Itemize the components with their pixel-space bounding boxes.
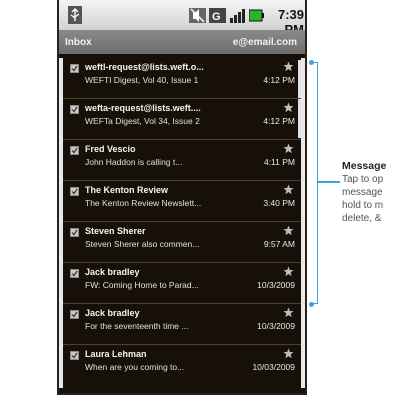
- star-icon[interactable]: [283, 143, 294, 154]
- checkbox-icon[interactable]: [70, 146, 79, 155]
- message-time: 4:12 PM: [263, 116, 295, 126]
- message-row[interactable]: Laura Lehman When are you coming to... 1…: [63, 345, 301, 386]
- message-sender: Jack bradley: [85, 267, 140, 277]
- star-icon[interactable]: [283, 61, 294, 72]
- message-time: 4:11 PM: [263, 157, 295, 167]
- signal-icon: [230, 9, 245, 23]
- callout-line: Tap to op: [342, 174, 384, 185]
- message-row[interactable]: Jack bradley For the seventeenth time ..…: [63, 304, 301, 345]
- callout-connector: [318, 181, 340, 183]
- star-icon[interactable]: [283, 102, 294, 113]
- message-snippet: Steven Sherer also commen...: [85, 239, 200, 249]
- star-icon[interactable]: [283, 266, 294, 277]
- callout-bracket: [313, 62, 318, 304]
- star-icon[interactable]: [283, 307, 294, 318]
- checkbox-icon[interactable]: [70, 187, 79, 196]
- message-sender: Steven Sherer: [85, 226, 146, 236]
- message-sender: Fred Vescio: [85, 144, 136, 154]
- callout-line: hold to m: [342, 200, 384, 211]
- message-time: 3:40 PM: [263, 198, 295, 208]
- message-snippet: WEFTI Digest, Vol 40, Issue 1: [85, 75, 199, 85]
- message-sender: Laura Lehman: [85, 349, 147, 359]
- message-time: 10/3/2009: [257, 321, 295, 331]
- battery-icon: [249, 9, 264, 22]
- status-bar: G 7:39 PM: [59, 0, 305, 37]
- message-row[interactable]: weftl-request@lists.weft.o... WEFTI Dige…: [63, 58, 301, 99]
- checkbox-icon[interactable]: [70, 105, 79, 114]
- checkbox-icon[interactable]: [70, 310, 79, 319]
- checkbox-icon[interactable]: [70, 269, 79, 278]
- message-sender: Jack bradley: [85, 308, 140, 318]
- message-snippet: WEFTa Digest, Vol 34, Issue 2: [85, 116, 200, 126]
- message-sender: wefta-request@lists.weft....: [85, 103, 201, 113]
- callout-heading: Message: [342, 160, 387, 172]
- message-sender: The Kenton Review: [85, 185, 169, 195]
- message-snippet: The Kenton Review Newslett...: [85, 198, 202, 208]
- callout-line: delete, &: [342, 213, 382, 224]
- message-time: 10/03/2009: [252, 362, 295, 372]
- message-time: 9:57 AM: [263, 239, 295, 249]
- inbox-label: Inbox: [65, 37, 92, 48]
- message-row[interactable]: wefta-request@lists.weft.... WEFTa Diges…: [63, 99, 301, 140]
- svg-text:G: G: [212, 11, 221, 23]
- usb-icon: [68, 6, 82, 24]
- callout-line: message: [342, 187, 383, 198]
- message-time: 4:12 PM: [263, 75, 295, 85]
- account-email: e@email.com: [232, 37, 297, 48]
- inbox-title-bar: Inbox e@email.com: [59, 30, 305, 54]
- message-snippet: FW: Coming Home to Parad...: [85, 280, 199, 290]
- mute-icon: [189, 8, 206, 23]
- message-time: 10/3/2009: [257, 280, 295, 290]
- checkbox-icon[interactable]: [70, 64, 79, 73]
- star-icon[interactable]: [283, 225, 294, 236]
- star-icon[interactable]: [283, 348, 294, 359]
- message-row[interactable]: Fred Vescio John Haddon is calling t... …: [63, 140, 301, 181]
- callout-dot-top: [309, 60, 314, 65]
- message-snippet: When are you coming to...: [85, 362, 185, 372]
- message-snippet: John Haddon is calling t...: [85, 157, 183, 167]
- message-list[interactable]: weftl-request@lists.weft.o... WEFTI Dige…: [59, 58, 305, 388]
- star-icon[interactable]: [283, 184, 294, 195]
- data-icon: G: [209, 8, 226, 23]
- phone-screen: G 7:39 PM Inbox e@email.com weftl-reques…: [59, 0, 305, 393]
- checkbox-icon[interactable]: [70, 228, 79, 237]
- callout-dot-bottom: [309, 302, 314, 307]
- message-row[interactable]: Jack bradley FW: Coming Home to Parad...…: [63, 263, 301, 304]
- callout-text: Message Tap to op message hold to m dele…: [342, 160, 404, 225]
- message-row[interactable]: Steven Sherer Steven Sherer also commen.…: [63, 222, 301, 263]
- message-row[interactable]: The Kenton Review The Kenton Review News…: [63, 181, 301, 222]
- message-snippet: For the seventeenth time ...: [85, 321, 189, 331]
- checkbox-icon[interactable]: [70, 351, 79, 360]
- message-sender: weftl-request@lists.weft.o...: [85, 62, 204, 72]
